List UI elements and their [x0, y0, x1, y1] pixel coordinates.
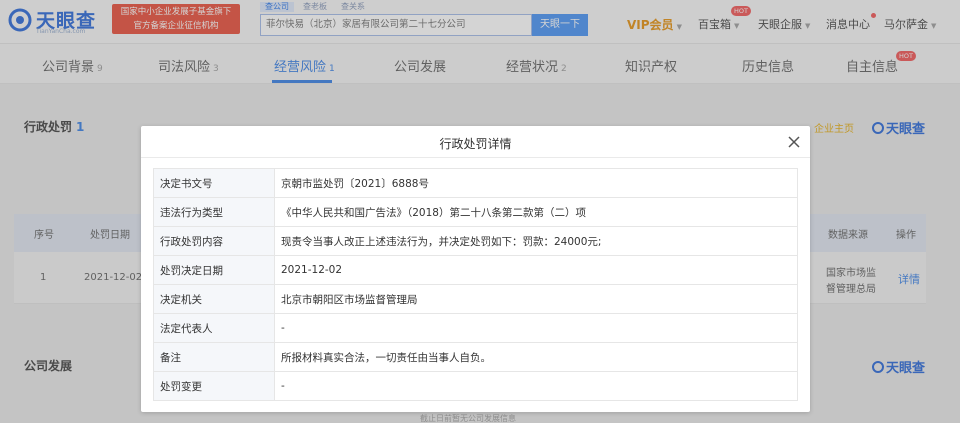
detail-value: 北京市朝阳区市场监督管理局 — [274, 284, 798, 314]
penalty-detail-table: 决定书文号 京朝市监处罚〔2021〕6888号 违法行为类型 《中华人民共和国广… — [153, 168, 798, 401]
detail-label: 备注 — [153, 342, 275, 372]
detail-value: 《中华人民共和国广告法》（2018）第二十八条第二款第（二）项 — [274, 197, 798, 227]
detail-row-decision-date: 处罚决定日期 2021-12-02 — [153, 255, 798, 285]
detail-row-legal-rep: 法定代表人 - — [153, 313, 798, 343]
detail-value: - — [274, 371, 798, 401]
modal-header: 行政处罚详情 — [141, 126, 810, 158]
detail-value: 京朝市监处罚〔2021〕6888号 — [274, 168, 798, 198]
detail-label: 法定代表人 — [153, 313, 275, 343]
detail-value: 现责令当事人改正上述违法行为，并决定处罚如下：罚款：24000元; — [274, 226, 798, 256]
detail-value: - — [274, 313, 798, 343]
detail-label: 决定机关 — [153, 284, 275, 314]
detail-value: 所报材料真实合法，一切责任由当事人自负。 — [274, 342, 798, 372]
modal-title: 行政处罚详情 — [439, 137, 512, 151]
detail-row-decision-number: 决定书文号 京朝市监处罚〔2021〕6888号 — [153, 168, 798, 198]
close-icon[interactable] — [785, 133, 803, 151]
detail-label: 违法行为类型 — [153, 197, 275, 227]
detail-row-authority: 决定机关 北京市朝阳区市场监督管理局 — [153, 284, 798, 314]
detail-label: 处罚变更 — [153, 371, 275, 401]
detail-row-violation-type: 违法行为类型 《中华人民共和国广告法》（2018）第二十八条第二款第（二）项 — [153, 197, 798, 227]
detail-row-penalty-change: 处罚变更 - — [153, 371, 798, 401]
detail-row-penalty-content: 行政处罚内容 现责令当事人改正上述违法行为，并决定处罚如下：罚款：24000元; — [153, 226, 798, 256]
penalty-detail-modal: 行政处罚详情 决定书文号 京朝市监处罚〔2021〕6888号 违法行为类型 《中… — [141, 126, 810, 412]
detail-label: 行政处罚内容 — [153, 226, 275, 256]
detail-row-remarks: 备注 所报材料真实合法，一切责任由当事人自负。 — [153, 342, 798, 372]
detail-label: 处罚决定日期 — [153, 255, 275, 285]
detail-label: 决定书文号 — [153, 168, 275, 198]
detail-value: 2021-12-02 — [274, 255, 798, 285]
